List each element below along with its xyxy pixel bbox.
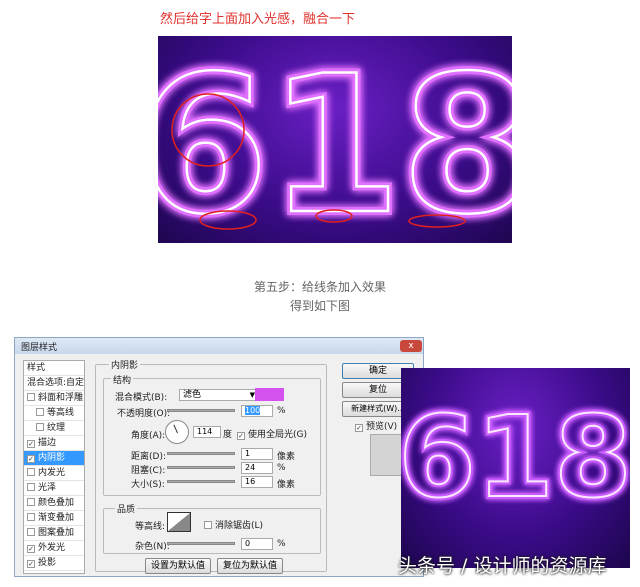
step-caption: 第五步：给线条加入效果 得到如下图 bbox=[0, 278, 640, 316]
noise-slider[interactable] bbox=[167, 542, 235, 545]
distance-label: 距离(D): bbox=[131, 452, 166, 462]
neon-618-graphic: 618 618 bbox=[133, 31, 538, 260]
noise-input[interactable]: 0 bbox=[241, 538, 273, 550]
layer-style-dialog: 图层样式 x 样式 混合选项:自定 斜面和浮雕 等高线 纹理 ✓ 描边 ✓ 内阴影 … bbox=[14, 337, 424, 577]
checkbox-checked[interactable]: ✓ bbox=[27, 440, 35, 448]
angle-dial[interactable] bbox=[165, 420, 189, 444]
opacity-label: 不透明度(O): bbox=[117, 409, 171, 419]
blend-mode-value: 滤色 bbox=[183, 390, 202, 400]
angle-input[interactable]: 114 bbox=[193, 426, 221, 438]
checkbox-checked[interactable]: ✓ bbox=[237, 432, 245, 440]
style-item[interactable]: ✓ 描边 bbox=[24, 436, 84, 451]
blend-mode-label: 混合模式(B): bbox=[115, 393, 168, 403]
neon-618-graphic: 618 618 bbox=[395, 390, 635, 526]
preview-label: 预览(V) bbox=[366, 422, 398, 432]
style-item[interactable]: 颜色叠加 bbox=[24, 496, 84, 511]
styles-header: 样式 bbox=[24, 361, 84, 376]
caption-top: 然后给字上面加入光感，融合一下 bbox=[160, 12, 356, 27]
style-item[interactable]: 光泽 bbox=[24, 481, 84, 496]
global-light-checkbox[interactable]: ✓ 使用全局光(G) bbox=[237, 427, 307, 440]
style-item[interactable]: 图案叠加 bbox=[24, 526, 84, 541]
opacity-slider[interactable] bbox=[167, 409, 235, 412]
style-item[interactable]: 内发光 bbox=[24, 466, 84, 481]
unit: % bbox=[277, 539, 286, 549]
checkbox-checked[interactable]: ✓ bbox=[27, 455, 35, 463]
unit: % bbox=[277, 463, 286, 473]
style-label: 描边 bbox=[38, 438, 57, 448]
neon-artwork-image: 618 618 bbox=[133, 31, 538, 260]
contour-picker[interactable] bbox=[167, 512, 191, 532]
choke-input[interactable]: 24 bbox=[241, 462, 273, 474]
step-subtitle: 得到如下图 bbox=[289, 299, 350, 313]
checkbox[interactable] bbox=[36, 423, 44, 431]
style-item-selected[interactable]: ✓ 内阴影 bbox=[24, 451, 84, 466]
group-title: 结构 bbox=[111, 373, 134, 386]
style-item[interactable]: ✓ 外发光 bbox=[24, 541, 84, 556]
size-input[interactable]: 16 bbox=[241, 476, 273, 488]
result-preview-image: 618 618 bbox=[395, 368, 635, 568]
antialias-checkbox[interactable]: 消除锯齿(L) bbox=[204, 518, 263, 531]
preview-checkbox[interactable]: ✓ 预览(V) bbox=[355, 419, 397, 432]
close-button[interactable]: x bbox=[400, 340, 422, 352]
style-label: 颜色叠加 bbox=[38, 498, 75, 508]
size-slider[interactable] bbox=[167, 480, 235, 483]
unit: 像素 bbox=[277, 480, 296, 490]
style-label: 内阴影 bbox=[38, 453, 66, 463]
checkbox[interactable] bbox=[27, 498, 35, 506]
unit: 度 bbox=[223, 430, 233, 440]
angle-label: 角度(A): bbox=[131, 431, 166, 441]
blend-options-item[interactable]: 混合选项:自定 bbox=[24, 376, 84, 391]
antialias-label: 消除锯齿(L) bbox=[215, 521, 264, 531]
checkbox[interactable] bbox=[27, 483, 35, 491]
dialog-title: 图层样式 bbox=[15, 338, 423, 354]
unit: 像素 bbox=[277, 452, 296, 462]
step-title: 第五步：给线条加入效果 bbox=[253, 280, 386, 294]
neon-text: 618 bbox=[401, 393, 630, 523]
distance-input[interactable]: 1 bbox=[241, 448, 273, 460]
checkbox-checked[interactable]: ✓ bbox=[355, 424, 363, 432]
global-light-label: 使用全局光(G) bbox=[248, 430, 307, 440]
checkbox-checked[interactable]: ✓ bbox=[27, 560, 35, 568]
checkbox[interactable] bbox=[36, 408, 44, 416]
style-label: 外发光 bbox=[38, 543, 66, 553]
style-label: 图案叠加 bbox=[38, 528, 75, 538]
section-title: 内阴影 bbox=[109, 358, 141, 371]
size-label: 大小(S): bbox=[131, 480, 165, 490]
checkbox[interactable] bbox=[204, 521, 212, 529]
distance-slider[interactable] bbox=[167, 452, 235, 455]
reset-default-button[interactable]: 复位为默认值 bbox=[217, 558, 283, 574]
style-label: 渐变叠加 bbox=[38, 513, 75, 523]
style-item[interactable]: ✓ 投影 bbox=[24, 556, 84, 571]
checkbox[interactable] bbox=[27, 393, 35, 401]
checkbox[interactable] bbox=[27, 468, 35, 476]
style-label: 纹理 bbox=[47, 423, 66, 433]
group-title: 品质 bbox=[115, 502, 138, 515]
neon-text: 618 bbox=[158, 36, 512, 243]
contour-label: 等高线: bbox=[135, 522, 166, 532]
blend-mode-select[interactable]: 滤色 ▼ bbox=[179, 389, 259, 401]
noise-label: 杂色(N): bbox=[135, 542, 170, 552]
style-label: 内发光 bbox=[38, 468, 66, 478]
style-item[interactable]: 渐变叠加 bbox=[24, 511, 84, 526]
choke-label: 阻塞(C): bbox=[131, 466, 166, 476]
style-label: 斜面和浮雕 bbox=[38, 393, 84, 403]
color-swatch[interactable] bbox=[255, 388, 284, 401]
checkbox[interactable] bbox=[27, 513, 35, 521]
choke-slider[interactable] bbox=[167, 466, 235, 469]
set-default-button[interactable]: 设置为默认值 bbox=[145, 558, 211, 574]
opacity-value: 100 bbox=[245, 406, 261, 415]
style-label: 等高线 bbox=[47, 408, 75, 418]
angle-needle bbox=[173, 424, 178, 434]
watermark: 头条号 / 设计师的资源库 bbox=[398, 555, 607, 577]
styles-list: 样式 混合选项:自定 斜面和浮雕 等高线 纹理 ✓ 描边 ✓ 内阴影 内发光 光泽 … bbox=[23, 360, 85, 574]
opacity-input[interactable]: 100 bbox=[241, 405, 273, 417]
checkbox-checked[interactable]: ✓ bbox=[27, 545, 35, 553]
style-item[interactable]: 等高线 bbox=[24, 406, 84, 421]
checkbox[interactable] bbox=[27, 528, 35, 536]
style-label: 光泽 bbox=[38, 483, 57, 493]
style-item[interactable]: 斜面和浮雕 bbox=[24, 391, 84, 406]
style-label: 投影 bbox=[38, 558, 57, 568]
style-item[interactable]: 纹理 bbox=[24, 421, 84, 436]
unit: % bbox=[277, 406, 286, 416]
